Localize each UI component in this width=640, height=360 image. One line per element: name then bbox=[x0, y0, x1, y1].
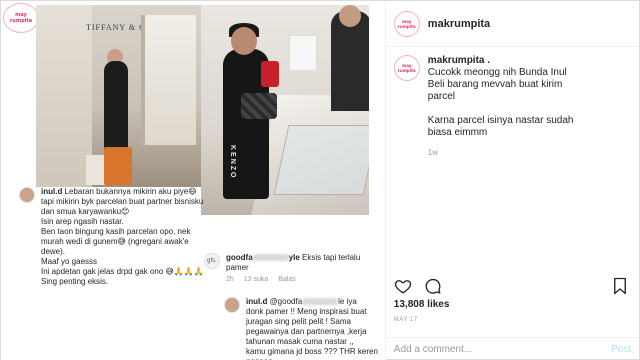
caption-username[interactable]: makrumpita . bbox=[428, 55, 574, 67]
post-header: may rumpita makrumpita bbox=[385, 1, 639, 47]
comment-text: tahunan masak cuma nastar ,, bbox=[246, 337, 354, 346]
comment-box: Post bbox=[385, 337, 639, 360]
comment-text: Lebaran bukannya mikirin aku piye😄 bbox=[64, 187, 197, 196]
comment-text: juragan sing pelit pelit ! Sama bbox=[246, 317, 351, 326]
comment-text: dan smua karyawanku😊 bbox=[41, 207, 130, 216]
redacted-text bbox=[252, 254, 289, 262]
watermark-logo: may rumpita bbox=[3, 3, 39, 33]
instagram-post: may rumpita TIFFANY & CO. KENZO inul.d L… bbox=[0, 0, 640, 360]
post-image[interactable]: may rumpita TIFFANY & CO. KENZO inul.d L… bbox=[1, 1, 385, 360]
comment-text: murah wedi di gunem😅 (ngregani awak'e bbox=[41, 237, 189, 246]
shirt-text: KENZO bbox=[229, 145, 236, 180]
comment-text: Maaf yo gaesss bbox=[41, 257, 98, 266]
comment-meta: 2h 13 suka Balas bbox=[226, 276, 296, 283]
comment-input[interactable] bbox=[393, 344, 611, 355]
likes-count[interactable]: 13,808 likes bbox=[394, 299, 450, 310]
comment-username: goodfa bbox=[226, 253, 253, 262]
display-case bbox=[273, 125, 369, 195]
comment-text: pegawainya dan partnernya ,kerja bbox=[246, 327, 367, 336]
caption-time: 1w bbox=[427, 148, 439, 157]
photo-store: TIFFANY & CO. bbox=[36, 5, 201, 187]
gift-box bbox=[289, 35, 317, 71]
comment-text: Isin arep ngasih nastar. bbox=[41, 217, 124, 226]
caption-avatar[interactable]: may rumpita bbox=[393, 55, 420, 81]
luggage bbox=[104, 147, 132, 185]
overlay-comment: inul.d @goodfa le iya donk pamer !! Meng … bbox=[224, 297, 385, 360]
heart-icon[interactable] bbox=[394, 277, 412, 295]
caption-line: biasa eimmm bbox=[427, 127, 488, 138]
comment-text: Ben taon bingung kasih parcelan opo, nek bbox=[41, 227, 191, 236]
comment-icon[interactable] bbox=[424, 277, 442, 295]
action-bar bbox=[394, 277, 442, 295]
comment-text: Eksis tapi terlalu bbox=[299, 253, 361, 262]
post-side-panel: may rumpita makrumpita may rumpita makru… bbox=[384, 1, 639, 360]
comment-text: tapi mikirin byk parcelan buat partner b… bbox=[41, 197, 204, 206]
overlay-comment: gfs. goodfa yle Eksis tapi terlalu pamer … bbox=[204, 253, 376, 285]
photo-counter: KENZO bbox=[201, 5, 369, 215]
comment-username: inul.d bbox=[246, 297, 268, 306]
comment-text: dewe). bbox=[41, 247, 66, 256]
comment-username: inul.d bbox=[41, 187, 63, 196]
redacted-text bbox=[302, 298, 339, 306]
avatar bbox=[19, 187, 35, 203]
caption: makrumpita . Cucokk meongg nih Bunda Inu… bbox=[428, 55, 574, 159]
overlay-comment: inul.d Lebaran bukannya mikirin aku piye… bbox=[19, 187, 221, 287]
avatar: gfs. bbox=[204, 253, 220, 269]
caption-line: parcel bbox=[427, 91, 456, 102]
store-window bbox=[141, 15, 196, 145]
bookmark-icon[interactable] bbox=[611, 277, 629, 295]
comment-text: pamer bbox=[226, 263, 249, 272]
shopping-bag bbox=[86, 155, 106, 185]
person-head bbox=[231, 27, 257, 55]
store-wall bbox=[36, 5, 92, 187]
profile-avatar[interactable]: may rumpita bbox=[393, 10, 420, 37]
caption-section: may rumpita makrumpita . Cucokk meongg n… bbox=[386, 47, 639, 167]
red-handbag bbox=[261, 61, 279, 87]
post-comment-button[interactable]: Post bbox=[611, 344, 631, 355]
comment-text: donk pamer !! Meng inspirasi buat bbox=[246, 307, 367, 316]
profile-username[interactable]: makrumpita bbox=[428, 18, 490, 30]
post-date: MAY 17 bbox=[393, 317, 418, 323]
comment-text: Sing penting eksis. bbox=[41, 277, 109, 286]
caption-line: Karna parcel isinya nastar sudah bbox=[427, 115, 574, 126]
comment-text: kamu gimana jd boss ??? THR keren bbox=[246, 347, 378, 356]
caption-line: Cucokk meongg nih Bunda Inul bbox=[427, 67, 567, 78]
avatar bbox=[224, 297, 240, 313]
staff-head bbox=[339, 5, 361, 27]
caption-line: Beli barang mevvah buat kirim bbox=[427, 79, 563, 90]
comment-text: Ini apdetan gak jelas drpd gak ono 😅🙏🙏🙏 bbox=[41, 267, 204, 276]
quilted-handbag bbox=[241, 93, 277, 119]
